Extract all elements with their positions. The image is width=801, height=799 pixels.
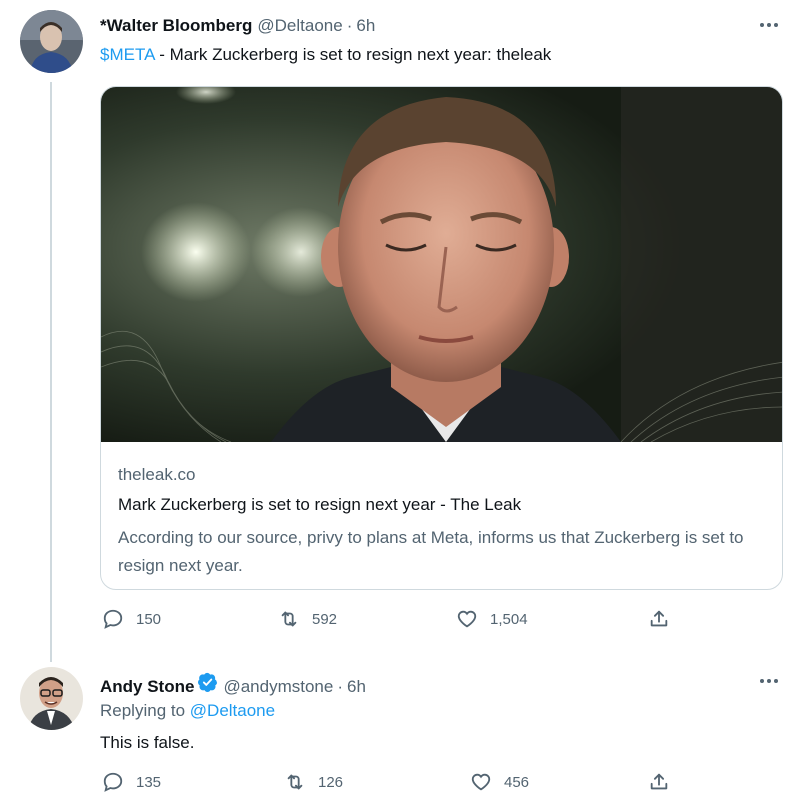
timestamp[interactable]: 6h [356,16,375,36]
share-icon [650,773,668,790]
replying-to-line: Replying to @Deltaone [100,700,275,722]
retweet-count: 126 [318,773,344,791]
link-card-title: Mark Zuckerberg is set to resign next ye… [118,495,522,514]
link-card-description: According to our source, privy to plans … [118,528,744,575]
share-button[interactable] [648,608,670,635]
tweet-header: *Walter Bloomberg @Deltaone · 6h [100,16,375,36]
reply-count: 150 [136,610,162,628]
link-card-image [101,87,782,443]
retweet-icon [287,774,303,790]
reply-count: 135 [136,773,162,791]
link-card-domain: theleak.co [118,465,196,484]
user-handle[interactable]: @andymstone [223,677,333,697]
user-handle[interactable]: @Deltaone [257,16,342,36]
like-button[interactable]: 456 [470,771,529,793]
retweet-button[interactable]: 126 [284,771,343,793]
replying-to-label: Replying to [100,701,190,720]
thread-connector-line [50,82,52,662]
reply-button[interactable]: 150 [102,608,161,630]
retweet-button[interactable]: 592 [278,608,337,630]
tweet-actions-bar: 150 592 1,504 [100,608,700,638]
avatar-image [20,667,83,730]
more-options-icon[interactable] [756,674,782,688]
tweet-header: Andy Stone @andymstone · 6h [100,672,366,697]
timestamp[interactable]: 6h [347,677,366,697]
tweet-actions-bar: 135 126 456 [100,771,700,799]
retweet-icon [281,611,297,627]
reply-icon [103,772,123,792]
share-button[interactable] [648,771,670,798]
link-card[interactable]: theleak.co Mark Zuckerberg is set to res… [100,86,783,590]
tweet-text: This is false. [100,733,195,752]
replying-to-mention[interactable]: @Deltaone [190,701,275,720]
reply-button[interactable]: 135 [102,771,161,793]
like-button[interactable]: 1,504 [456,608,528,630]
separator-dot: · [337,677,343,696]
tweet-original[interactable]: *Walter Bloomberg @Deltaone · 6h $META -… [0,0,801,662]
like-count: 1,504 [490,610,528,628]
display-name[interactable]: Andy Stone [100,677,194,697]
more-options-icon[interactable] [756,18,782,32]
like-count: 456 [504,773,530,791]
share-icon [650,610,668,627]
verified-badge-icon [198,672,218,692]
retweet-count: 592 [312,610,338,628]
separator-dot: · [346,16,353,35]
cashtag-link[interactable]: $META [100,45,154,64]
tweet-reply[interactable]: Andy Stone @andymstone · 6h Replying to … [0,660,801,799]
avatar-andy-stone[interactable] [20,667,83,730]
avatar-walter-bloomberg[interactable] [20,10,83,73]
heart-icon [471,773,491,791]
heart-icon [457,610,477,628]
avatar-image [20,10,83,73]
tweet-text: $META - Mark Zuckerberg is set to resign… [100,44,551,66]
reply-icon [103,609,123,629]
tweet-text-body: - Mark Zuckerberg is set to resign next … [154,45,552,64]
display-name[interactable]: *Walter Bloomberg [100,16,252,36]
